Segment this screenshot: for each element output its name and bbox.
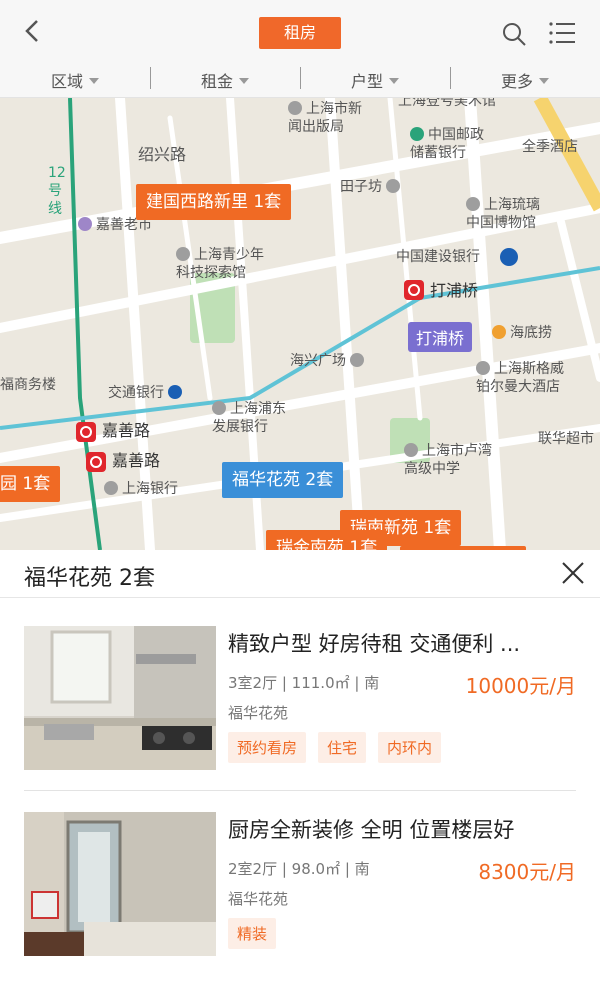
listing-price: 10000元/月 — [465, 674, 576, 698]
listing-meta: 3室2厅 | 111.0㎡ | 南 — [228, 674, 380, 692]
map-label: 上海银行 — [104, 480, 178, 498]
postal-icon — [410, 127, 424, 141]
metro-station-icon — [86, 452, 106, 472]
filter-area[interactable]: 区域 — [0, 62, 150, 97]
dropdown-arrow-icon — [239, 77, 249, 84]
map-label: 上海斯格威 铂尔曼大酒店 — [476, 361, 564, 395]
map-label: 交通银行 — [108, 384, 186, 402]
metro-station-icon — [404, 280, 424, 300]
school-icon — [404, 443, 418, 457]
listing-card[interactable]: 精致户型 好房待租 交通便利 ... 3室2厅 | 111.0㎡ | 南 100… — [24, 626, 576, 798]
close-icon[interactable] — [560, 560, 586, 586]
map-label: 海兴广场 — [290, 352, 368, 370]
filter-label: 更多 — [500, 71, 533, 91]
dropdown-arrow-icon — [539, 77, 549, 84]
listing-community: 福华花苑 — [228, 890, 289, 908]
listing-community: 福华花苑 — [228, 704, 289, 722]
listing-marker[interactable]: 园 1套 — [0, 466, 61, 502]
listing-tag: 精装 — [228, 918, 277, 949]
map-label: 上海青少年 科技探索馆 — [176, 247, 264, 281]
poi-icon — [350, 353, 364, 367]
road-label: 绍兴路 — [138, 145, 187, 164]
filter-layout[interactable]: 户型 — [300, 62, 450, 97]
top-bar: 租房 — [0, 0, 600, 62]
listing-price: 8300元/月 — [478, 860, 576, 884]
map-label: 中国邮政 储蓄银行 — [410, 127, 484, 161]
shopping-icon — [78, 217, 92, 231]
dropdown-arrow-icon — [389, 77, 399, 84]
map-view[interactable]: 上海市新 闻出版局 上海登号美术馆 中国邮政 储蓄银行 全季酒店 绍兴路 田子坊… — [0, 98, 600, 550]
hotel-icon — [476, 361, 490, 375]
listings-sheet: 福华花苑 2套 精致户型 好房待租 交通便利 ... 3室2厅 | 111.0㎡… — [0, 550, 600, 1000]
metro-station-icon — [76, 422, 96, 442]
metro-line-label: 12号线 — [48, 165, 66, 217]
map-label: 上海市卢湾 高级中学 — [404, 443, 492, 477]
poi-icon — [386, 179, 400, 193]
listing-title: 厨房全新装修 全明 位置楼层好 — [228, 818, 515, 842]
back-arrow-icon[interactable] — [18, 16, 48, 46]
listing-tag: 住宅 — [318, 732, 367, 763]
filter-bar: 区域 租金 户型 更多 — [0, 62, 600, 98]
listing-marker[interactable]: 建国西路新里 1套 — [136, 184, 292, 220]
map-label: 海底捞 — [492, 324, 552, 342]
filter-rent[interactable]: 租金 — [150, 62, 300, 97]
listing-tags: 预约看房 住宅 内环内 — [228, 732, 442, 763]
map-label: 联华超市 — [538, 431, 594, 447]
station-tag[interactable]: 打浦桥 — [408, 322, 473, 352]
sheet-title: 福华花苑 2套 — [24, 566, 155, 591]
filter-more[interactable]: 更多 — [450, 62, 600, 97]
listing-title: 精致户型 好房待租 交通便利 ... — [228, 632, 521, 656]
station-label: 嘉善路 — [112, 451, 161, 470]
museum-icon — [466, 197, 480, 211]
search-icon[interactable] — [500, 20, 528, 48]
map-label: 上海登号美术馆 — [398, 98, 496, 109]
station-label: 嘉善路 — [102, 421, 151, 440]
listing-meta: 2室2厅 | 98.0㎡ | 南 — [228, 860, 370, 878]
listing-photo[interactable] — [24, 626, 216, 770]
bank-icon — [500, 248, 518, 266]
listing-card[interactable]: 厨房全新装修 全明 位置楼层好 2室2厅 | 98.0㎡ | 南 8300元/月… — [24, 812, 576, 984]
poi-icon — [288, 101, 302, 115]
map-label: 上海琉璃 中国博物馆 — [466, 197, 540, 231]
map-label: 全季酒店 — [522, 139, 578, 155]
sheet-header: 福华花苑 2套 — [0, 550, 600, 598]
listing-marker-selected[interactable]: 福华花苑 2套 — [222, 462, 344, 498]
divider — [24, 790, 576, 791]
filter-label: 户型 — [350, 71, 383, 91]
listing-photo[interactable] — [24, 812, 216, 956]
list-menu-icon[interactable] — [548, 20, 576, 46]
listing-marker[interactable]: 瑞金南苑 1套 — [266, 530, 388, 550]
filter-label: 区域 — [50, 71, 83, 91]
map-label: 上海浦东 发展银行 — [212, 401, 286, 435]
listing-tag: 内环内 — [378, 732, 442, 763]
restaurant-icon — [492, 325, 506, 339]
map-label: 上海市新 闻出版局 — [288, 101, 362, 135]
bank-icon — [212, 401, 226, 415]
station-label: 打浦桥 — [430, 281, 479, 300]
map-label: 福商务楼 — [0, 377, 56, 393]
listing-tag: 预约看房 — [228, 732, 307, 763]
listing-tags: 精装 — [228, 918, 277, 949]
map-label: 中国建设银行 — [396, 249, 480, 265]
map-label: 田子坊 — [340, 178, 404, 196]
poi-icon — [176, 247, 190, 261]
page-title: 租房 — [259, 17, 341, 49]
dropdown-arrow-icon — [89, 77, 99, 84]
filter-label: 租金 — [200, 71, 233, 91]
bank-icon — [168, 385, 182, 399]
bank-icon — [104, 481, 118, 495]
